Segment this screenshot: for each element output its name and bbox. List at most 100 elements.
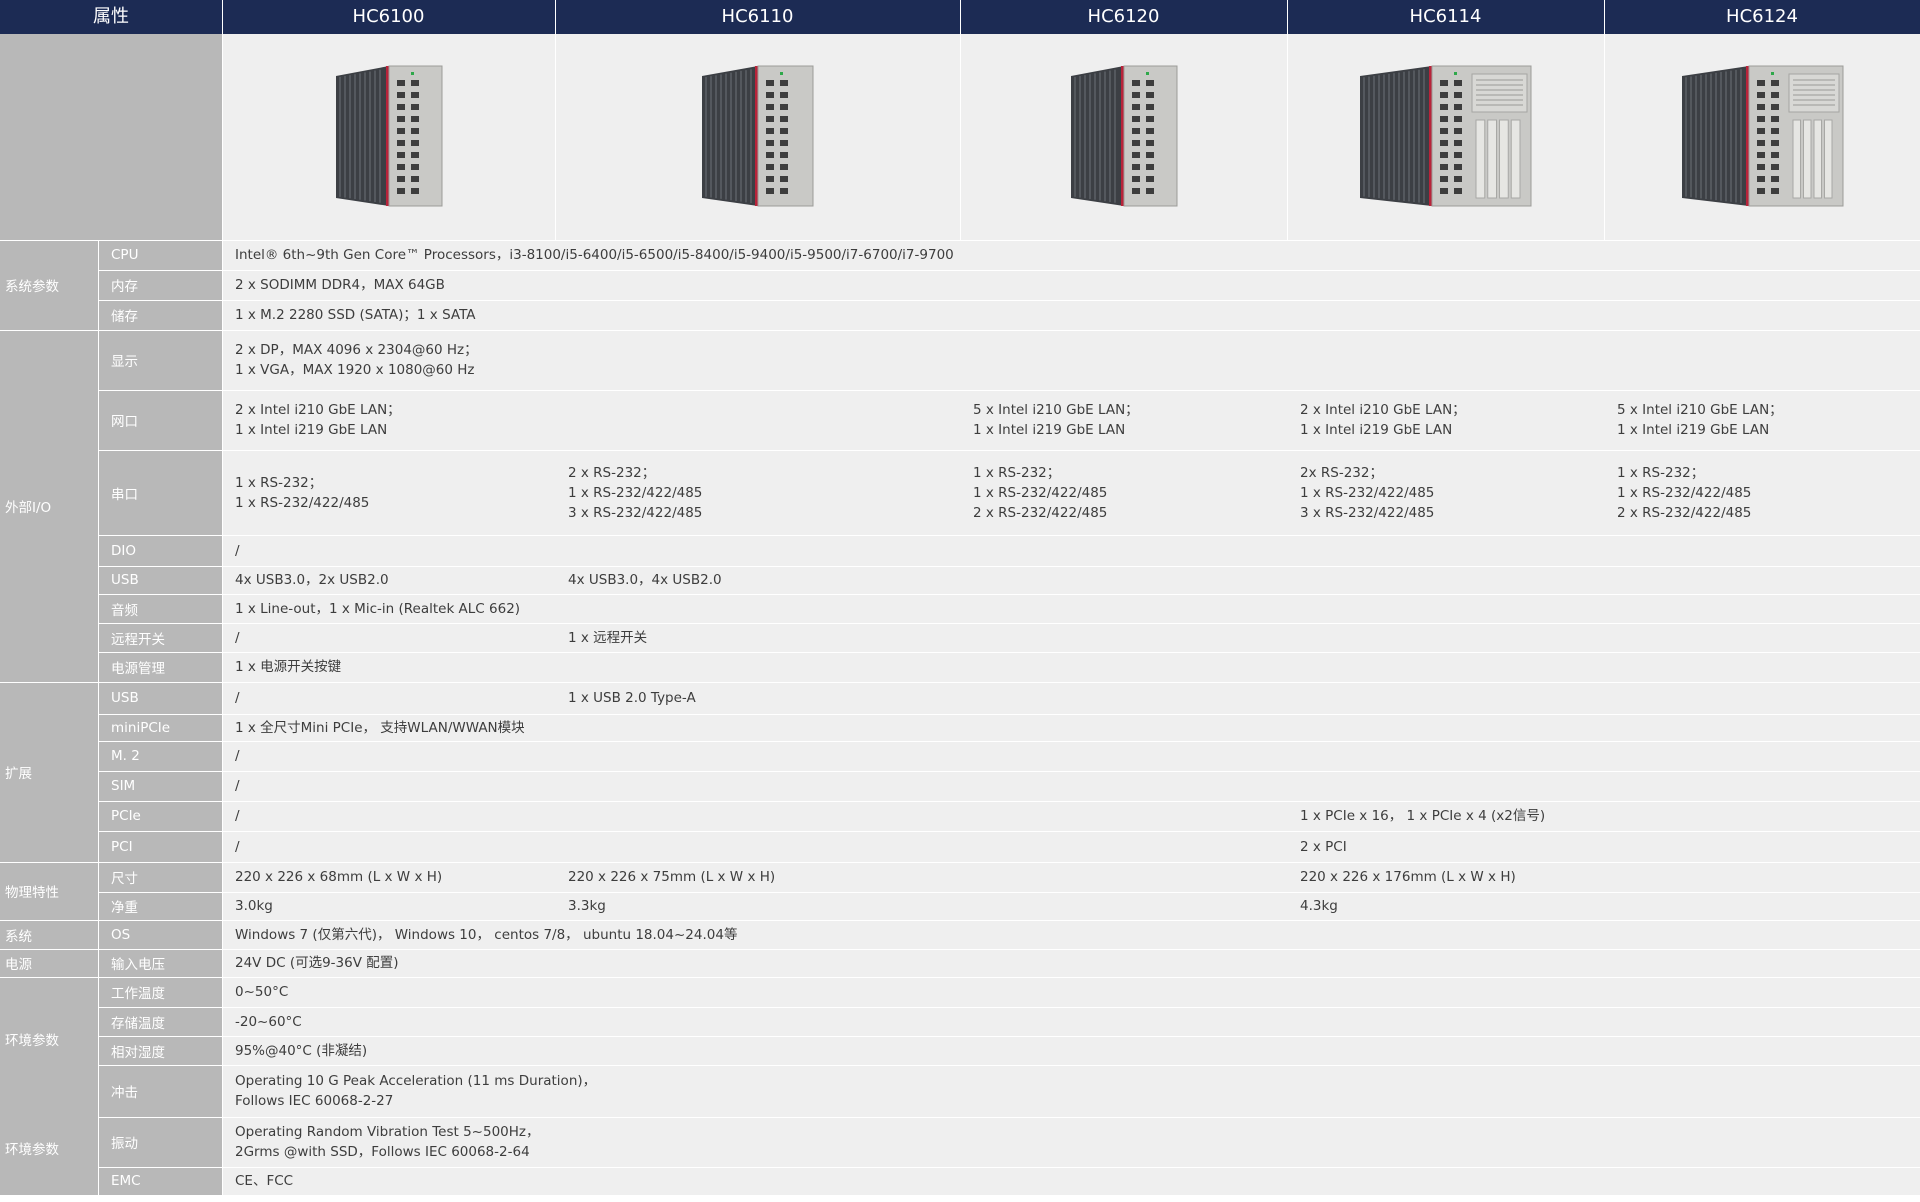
value-power-mgmt: 1 x 电源开关按键 — [222, 652, 1920, 682]
value-serial-hc6120-line: 1 x RS-232； — [973, 464, 1061, 481]
grid-line — [0, 1195, 1920, 1196]
value-op-temp: 0~50°C — [222, 977, 1920, 1007]
value-display: 2 x DP，MAX 4096 x 2304@60 Hz； 1 x VGA，MAX… — [222, 330, 1920, 390]
value-power-mgmt-text: 1 x 电源开关按键 — [235, 659, 342, 675]
value-size-hc6100: 220 x 226 x 68mm (L x W x H) — [222, 862, 555, 892]
value-lan-hc6120-line: 5 x Intel i210 GbE LAN； — [973, 402, 1139, 418]
value-shock: Operating 10 G Peak Acceleration (11 ms … — [222, 1065, 1920, 1117]
header-model-0: HC6100 — [222, 0, 555, 34]
value-cpu: Intel® 6th~9th Gen Core™ Processors，i3-8… — [222, 240, 1920, 270]
label-storage-temp: 存储温度 — [98, 1007, 222, 1036]
value-lan-hc6124-line: 1 x Intel i219 GbE LAN — [1617, 422, 1770, 438]
value-storage-temp: -20~60°C — [222, 1007, 1920, 1036]
value-usb-io-others: 4x USB3.0，4x USB2.0 — [555, 566, 1920, 594]
value-humidity: 95%@40°C (非凝结) — [222, 1036, 1920, 1065]
value-vibration-line: 2Grms @with SSD，Follows IEC 60068-2-64 — [235, 1144, 530, 1160]
category-external-io: 外部I/O — [0, 330, 98, 682]
value-size-hc6110-hc6120: 220 x 226 x 75mm (L x W x H) — [555, 862, 1287, 892]
value-m2: / — [222, 741, 1920, 771]
grid-line — [222, 0, 223, 1195]
value-lan-hc6120-line: 1 x Intel i219 GbE LAN — [973, 422, 1126, 438]
grid-line — [0, 682, 1920, 683]
value-shock-line: Operating 10 G Peak Acceleration (11 ms … — [235, 1073, 597, 1089]
grid-line — [98, 300, 1920, 301]
value-weight-hc6114-hc6124: 4.3kg — [1287, 892, 1920, 920]
grid-line — [98, 390, 1920, 391]
value-audio-text: 1 x Line-out，1 x Mic-in (Realtek ALC 662… — [235, 600, 521, 617]
grid-line — [1604, 0, 1605, 240]
image-row-label — [0, 34, 222, 240]
value-lan-hc6114-line: 2 x Intel i210 GbE LAN； — [1300, 402, 1466, 418]
value-os-text: Windows 7 (仅第六代)， Windows 10， centos 7/8… — [235, 926, 738, 943]
label-vibration: 振动 — [98, 1117, 222, 1167]
label-usb-ext: USB — [98, 682, 222, 714]
value-serial-hc6124-line: 2 x RS-232/422/485 — [1617, 504, 1752, 521]
grid-line — [98, 270, 1920, 271]
value-usb-ext-hc6100: / — [222, 682, 555, 714]
category-expansion: 扩展 — [0, 682, 98, 862]
value-shock-line: Follows IEC 60068-2-27 — [235, 1093, 394, 1109]
value-serial-hc6110-line: 3 x RS-232/422/485 — [568, 504, 703, 521]
category-system-params: 系统参数 — [0, 240, 98, 330]
grid-line — [98, 714, 1920, 715]
value-remote-switch-others: 1 x 远程开关 — [555, 623, 1920, 652]
value-serial-hc6114: 2x RS-232； 1 x RS-232/422/485 3 x RS-232/4… — [1287, 450, 1604, 535]
value-audio: 1 x Line-out，1 x Mic-in (Realtek ALC 662… — [222, 594, 1920, 623]
value-display-line: 1 x VGA，MAX 1920 x 1080@60 Hz — [235, 362, 475, 378]
value-pci-a-text: / — [235, 838, 240, 855]
label-dio: DIO — [98, 535, 222, 566]
category-os: 系统 — [0, 920, 98, 949]
value-serial-hc6124: 1 x RS-232； 1 x RS-232/422/485 2 x RS-232/… — [1604, 450, 1920, 535]
grid-line — [0, 920, 1920, 921]
value-lan-hc6114-line: 1 x Intel i219 GbE LAN — [1300, 422, 1453, 438]
value-remote-switch-hc6100-text: / — [235, 629, 240, 646]
label-pci: PCI — [98, 831, 222, 862]
value-minipcie-text: 1 x 全尺寸Mini PCIe， 支持WLAN/WWAN模块 — [235, 719, 525, 736]
label-m2: M. 2 — [98, 741, 222, 771]
category-env-params: 环境参数 — [0, 977, 98, 1100]
label-os: OS — [98, 920, 222, 949]
value-pcie-a-text: / — [235, 808, 240, 824]
value-usb-io-others-text: 4x USB3.0，4x USB2.0 — [568, 572, 722, 588]
header-attribute: 属性 — [0, 0, 222, 34]
grid-line — [98, 771, 1920, 772]
label-lan: 网口 — [98, 390, 222, 450]
grid-line — [0, 240, 1920, 241]
value-weight-hc6114-hc6124-text: 4.3kg — [1300, 898, 1338, 914]
grid-line — [98, 831, 1920, 832]
value-minipcie: 1 x 全尺寸Mini PCIe， 支持WLAN/WWAN模块 — [222, 714, 1920, 741]
label-weight: 净重 — [98, 892, 222, 920]
label-input-voltage: 输入电压 — [98, 949, 222, 977]
grid-line — [1287, 0, 1288, 240]
value-size-hc6114-hc6124: 220 x 226 x 176mm (L x W x H) — [1287, 862, 1920, 892]
grid-line — [98, 652, 1920, 653]
product-image-cell — [960, 34, 1287, 240]
value-remote-switch-others-text: 1 x 远程开关 — [568, 629, 648, 646]
label-sim: SIM — [98, 771, 222, 801]
value-os: Windows 7 (仅第六代)， Windows 10， centos 7/8… — [222, 920, 1920, 949]
value-usb-ext-others: 1 x USB 2.0 Type-A — [555, 682, 1920, 714]
label-size: 尺寸 — [98, 862, 222, 892]
grid-line — [98, 594, 1920, 595]
value-usb-io-hc6100-text: 4x USB3.0，2x USB2.0 — [235, 572, 389, 588]
value-pcie-a: / — [222, 801, 1287, 831]
value-pci-b: 2 x PCI — [1287, 831, 1920, 862]
grid-line — [98, 1036, 1920, 1037]
label-audio: 音频 — [98, 594, 222, 623]
value-size-hc6110-hc6120-text: 220 x 226 x 75mm (L x W x H) — [568, 869, 776, 885]
value-lan-hc6124: 5 x Intel i210 GbE LAN； 1 x Intel i219 Gb… — [1604, 390, 1920, 450]
grid-line — [0, 977, 1920, 978]
label-pcie: PCIe — [98, 801, 222, 831]
value-serial-hc6120: 1 x RS-232； 1 x RS-232/422/485 2 x RS-232/… — [960, 450, 1287, 535]
label-shock: 冲击 — [98, 1065, 222, 1117]
value-storage-temp-text: -20~60°C — [235, 1013, 302, 1030]
product-image-cell — [1604, 34, 1920, 240]
value-storage-text: 1 x M.2 2280 SSD (SATA)；1 x SATA — [235, 307, 476, 323]
header-model-2: HC6120 — [960, 0, 1287, 34]
value-usb-ext-hc6100-text: / — [235, 690, 240, 706]
value-size-hc6100-text: 220 x 226 x 68mm (L x W x H) — [235, 869, 443, 885]
value-vibration: Operating Random Vibration Test 5~500Hz，… — [222, 1117, 1920, 1167]
value-input-voltage: 24V DC (可选9-36V 配置) — [222, 949, 1920, 977]
value-serial-hc6124-line: 1 x RS-232/422/485 — [1617, 484, 1752, 501]
value-pci-b-text: 2 x PCI — [1300, 838, 1347, 855]
